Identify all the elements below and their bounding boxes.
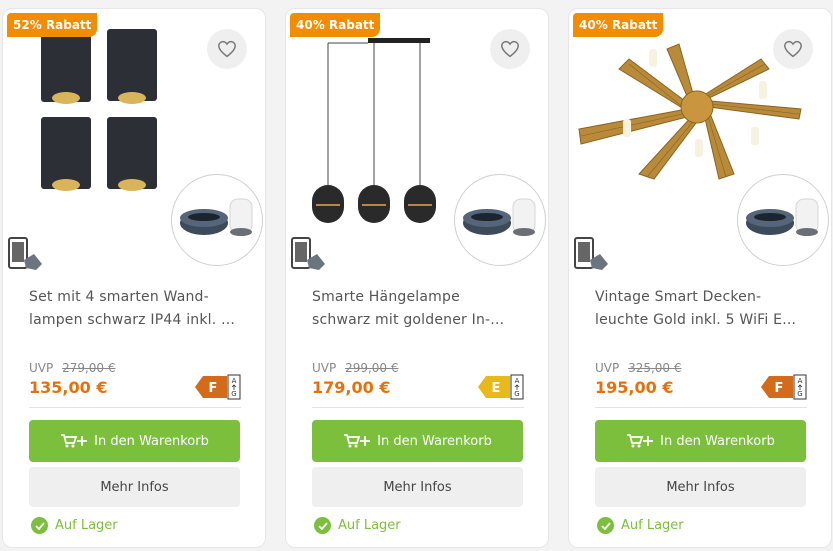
divider [29, 407, 241, 408]
energy-label-icon[interactable]: F A G [761, 374, 807, 400]
add-to-cart-label: In den Warenkorb [94, 433, 209, 449]
add-to-cart-label: In den Warenkorb [377, 433, 492, 449]
stock-label: Auf Lager [55, 518, 118, 533]
smart-speaker-badge [454, 174, 546, 266]
energy-scale-top: A [232, 377, 237, 385]
wishlist-button[interactable] [773, 29, 813, 69]
uvp-old-price: 325,00 € [628, 361, 682, 375]
pendant-lamp-icon [312, 38, 436, 223]
energy-scale-bottom: G [514, 390, 519, 398]
add-to-cart-button[interactable]: In den Warenkorb [312, 420, 523, 462]
heart-icon [784, 40, 802, 58]
more-info-button[interactable]: Mehr Infos [29, 467, 240, 507]
uvp-price: UVP 325,00 € [595, 361, 682, 375]
product-title-line: leuchte Gold inkl. 5 WiFi E... [595, 312, 797, 328]
product-title[interactable]: Smarte Hängelampe schwarz mit goldener I… [312, 286, 530, 332]
energy-scale-top: A [515, 377, 520, 385]
cart-icon [344, 434, 371, 448]
product-card[interactable]: 40% Rabatt [568, 8, 832, 548]
stock-status: Auf Lager [597, 517, 684, 534]
add-to-cart-button[interactable]: In den Warenkorb [29, 420, 240, 462]
check-icon [597, 517, 614, 534]
energy-scale-top: A [798, 377, 803, 385]
wall-lamps-icon [41, 29, 157, 191]
uvp-label: UVP [312, 361, 337, 375]
energy-class: F [209, 381, 218, 396]
smart-speaker-badge [737, 174, 829, 266]
add-to-cart-button[interactable]: In den Warenkorb [595, 420, 806, 462]
product-title-line: lampen schwarz IP44 inkl. ... [29, 312, 236, 328]
energy-scale-bottom: G [231, 390, 236, 398]
product-grid: 52% Rabatt Set mit 4 smarten Wand- lampe… [0, 0, 833, 551]
divider [312, 407, 524, 408]
check-icon [314, 517, 331, 534]
cart-icon [627, 434, 654, 448]
smart-speaker-icon [180, 198, 253, 236]
divider [595, 407, 807, 408]
current-price: 135,00 € [29, 378, 108, 397]
uvp-label: UVP [595, 361, 620, 375]
more-info-button[interactable]: Mehr Infos [312, 467, 523, 507]
discount-badge: 52% Rabatt [7, 13, 98, 37]
energy-label-icon[interactable]: F A G [195, 374, 241, 400]
smart-speaker-badge [171, 174, 263, 266]
cart-icon [61, 434, 88, 448]
wishlist-button[interactable] [490, 29, 530, 69]
app-control-icon [291, 237, 325, 270]
uvp-old-price: 299,00 € [345, 361, 399, 375]
product-card[interactable]: 40% Rabatt [285, 8, 549, 548]
product-title-line: Vintage Smart Decken- [595, 289, 762, 305]
uvp-price: UVP 299,00 € [312, 361, 399, 375]
energy-class: F [775, 381, 784, 396]
product-title[interactable]: Vintage Smart Decken- leuchte Gold inkl.… [595, 286, 813, 332]
product-title-line: Smarte Hängelampe [312, 289, 460, 305]
wishlist-button[interactable] [207, 29, 247, 69]
current-price: 195,00 € [595, 378, 674, 397]
product-card[interactable]: 52% Rabatt Set mit 4 smarten Wand- lampe… [2, 8, 266, 548]
app-control-icon [574, 237, 608, 270]
current-price: 179,00 € [312, 378, 391, 397]
smart-speaker-icon [463, 198, 536, 236]
app-control-icon [8, 237, 42, 270]
heart-icon [501, 40, 519, 58]
smart-speaker-icon [746, 198, 819, 236]
add-to-cart-label: In den Warenkorb [660, 433, 775, 449]
product-title[interactable]: Set mit 4 smarten Wand- lampen schwarz I… [29, 286, 247, 332]
more-info-button[interactable]: Mehr Infos [595, 467, 806, 507]
discount-badge: 40% Rabatt [573, 13, 664, 37]
discount-badge: 40% Rabatt [290, 13, 381, 37]
uvp-old-price: 279,00 € [62, 361, 116, 375]
energy-scale-bottom: G [797, 390, 802, 398]
ceiling-leaf-lamp-icon [578, 43, 802, 180]
stock-status: Auf Lager [314, 517, 401, 534]
energy-class: E [492, 381, 501, 396]
product-title-line: Set mit 4 smarten Wand- [29, 289, 209, 305]
uvp-price: UVP 279,00 € [29, 361, 116, 375]
check-icon [31, 517, 48, 534]
energy-label-icon[interactable]: E A G [478, 374, 524, 400]
uvp-label: UVP [29, 361, 54, 375]
heart-icon [218, 40, 236, 58]
product-title-line: schwarz mit goldener In-... [312, 312, 505, 328]
stock-label: Auf Lager [338, 518, 401, 533]
stock-label: Auf Lager [621, 518, 684, 533]
stock-status: Auf Lager [31, 517, 118, 534]
